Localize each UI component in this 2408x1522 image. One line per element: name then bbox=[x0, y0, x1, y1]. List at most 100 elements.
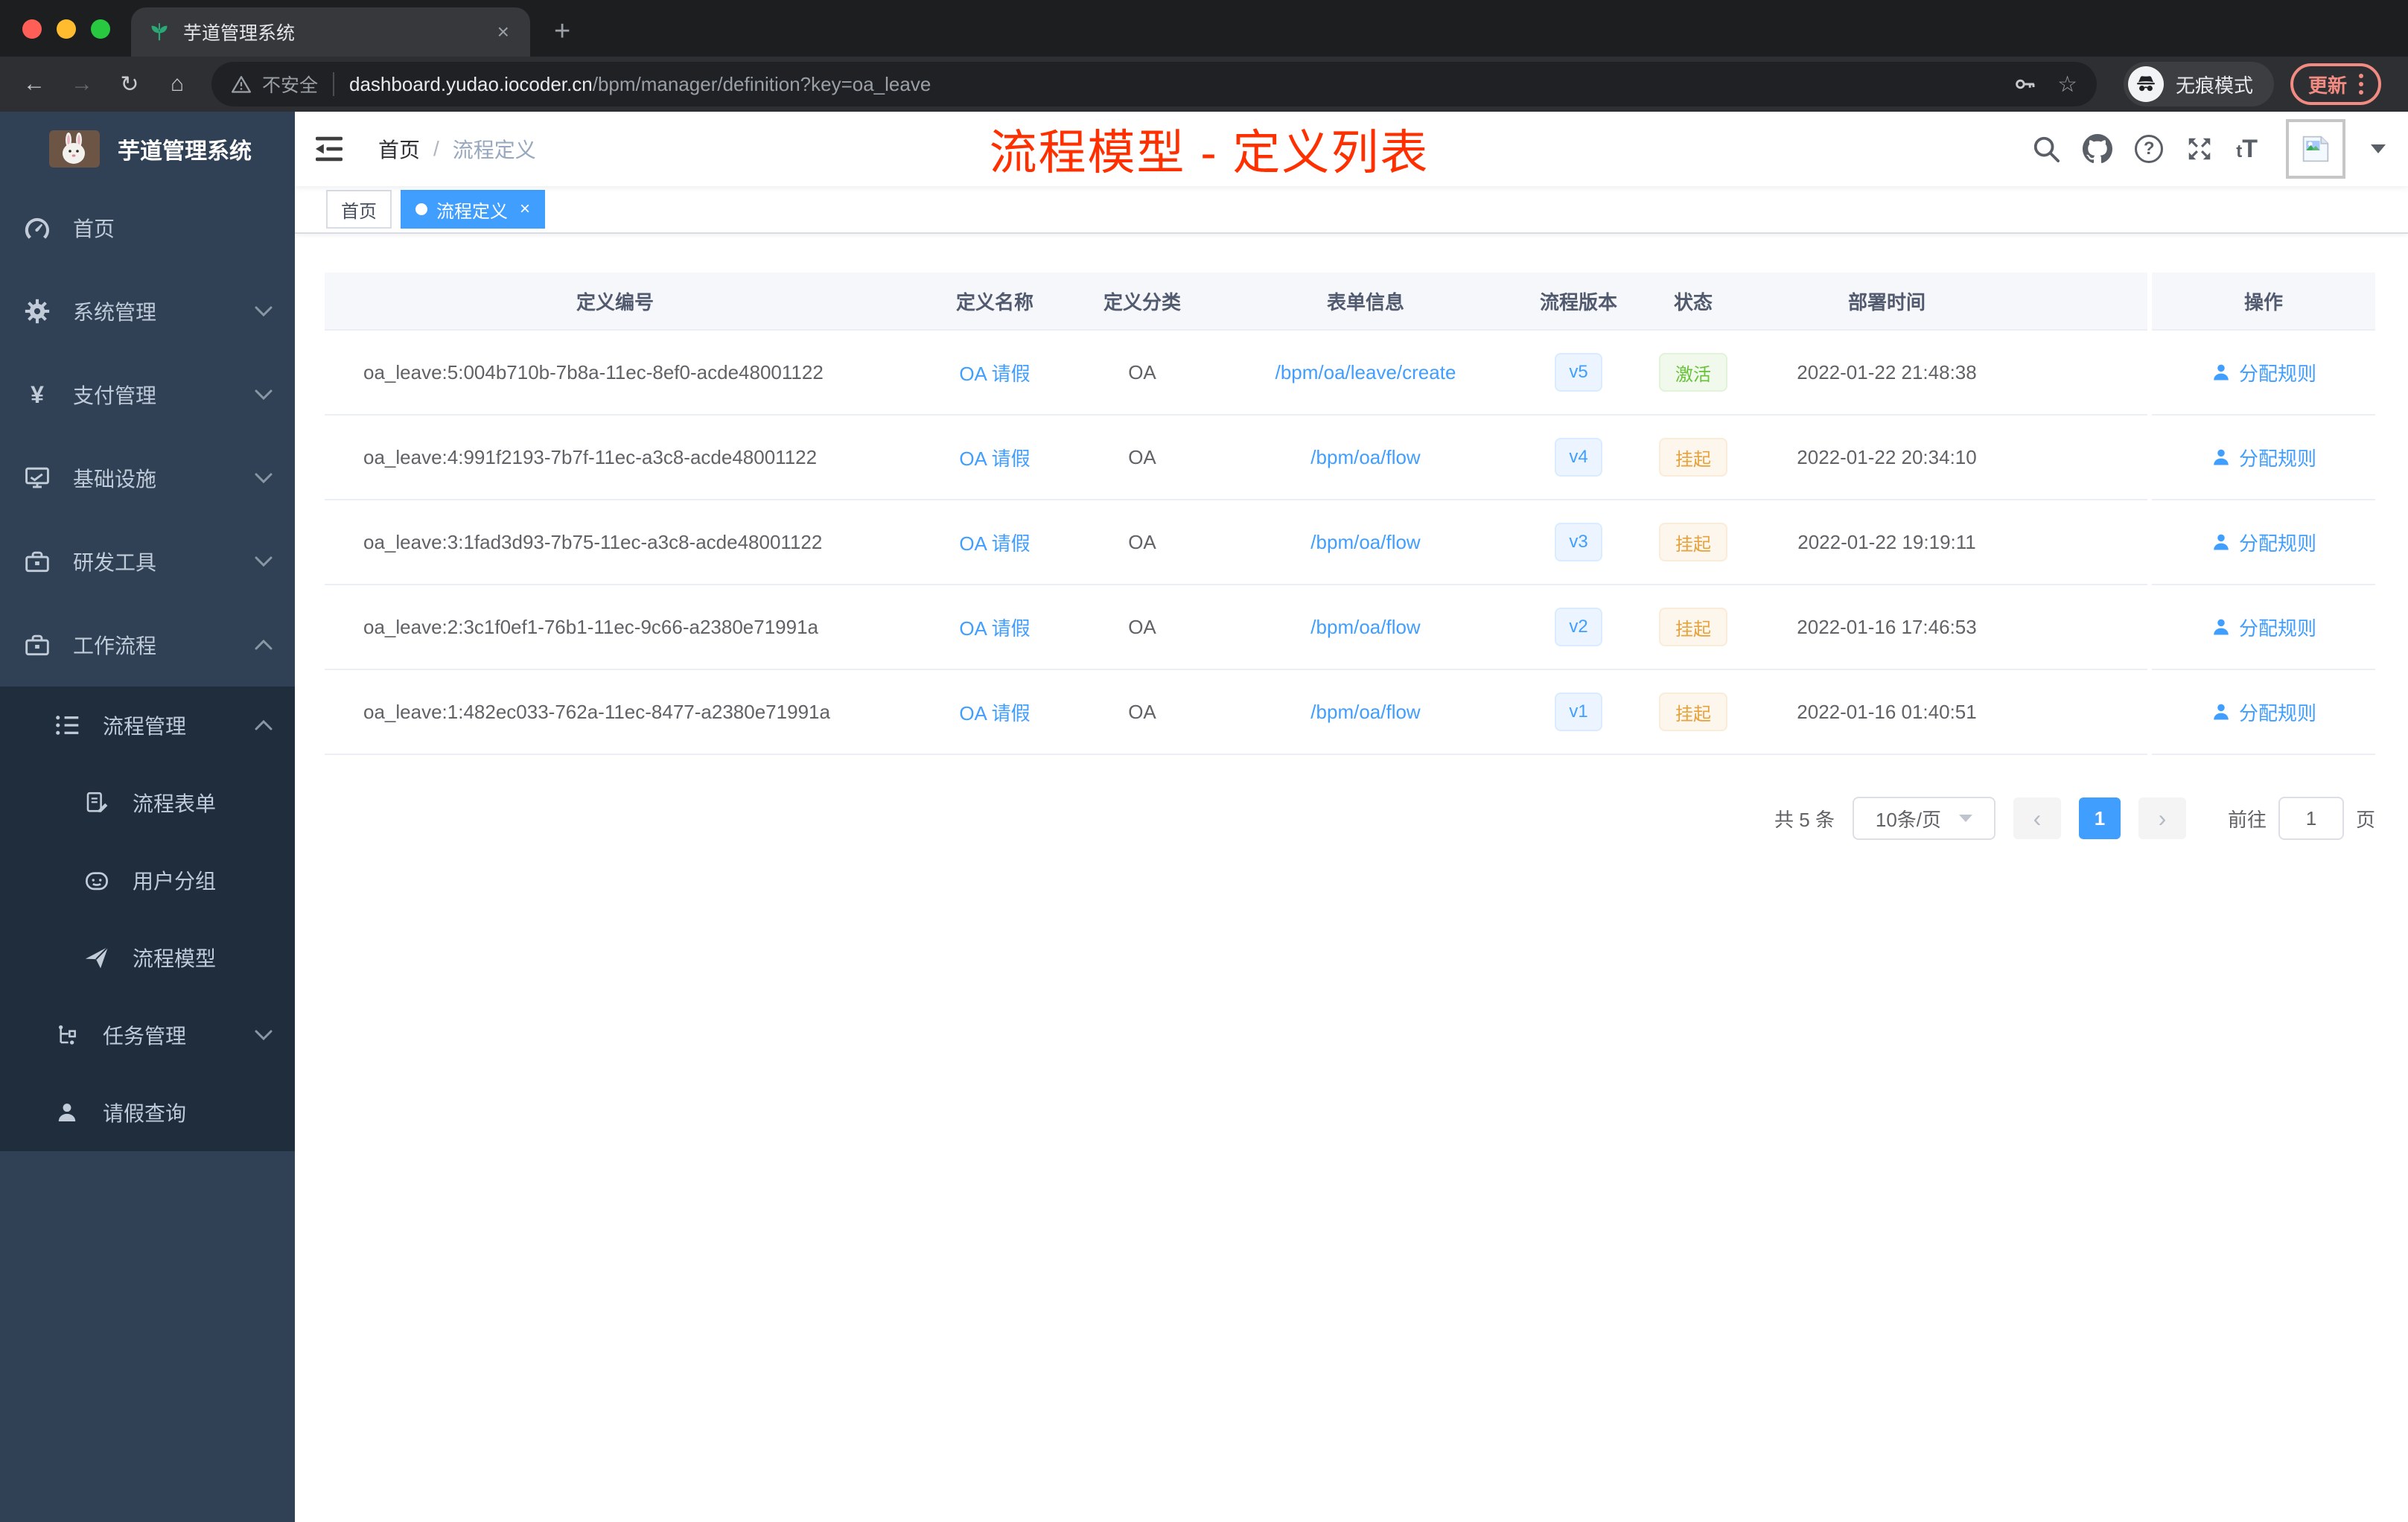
status-badge: 激活 bbox=[1659, 353, 1727, 392]
breadcrumb: 首页 / 流程定义 bbox=[378, 134, 536, 164]
prev-page-button[interactable]: ‹ bbox=[2013, 797, 2061, 839]
sidebar-fold-icon[interactable] bbox=[316, 136, 343, 162]
form-link[interactable]: /bpm/oa/flow bbox=[1310, 446, 1420, 469]
tab-close-icon[interactable]: × bbox=[494, 20, 512, 44]
active-dot bbox=[415, 203, 427, 215]
column-header: 定义编号 bbox=[325, 273, 905, 331]
tag-home[interactable]: 首页 bbox=[326, 190, 392, 229]
definition-name-link[interactable]: OA 请假 bbox=[959, 614, 1030, 641]
goto-page-input[interactable] bbox=[2278, 797, 2344, 840]
definition-name-link[interactable]: OA 请假 bbox=[959, 444, 1030, 471]
table-row: oa_leave:1:482ec033-762a-11ec-8477-a2380… bbox=[325, 670, 2375, 755]
help-icon[interactable]: ? bbox=[2135, 135, 2164, 163]
home-icon[interactable]: ⌂ bbox=[158, 71, 197, 97]
definition-table: 定义编号 定义名称 定义分类 表单信息 流程版本 状态 部署时间 操作 oa_l… bbox=[325, 273, 2375, 755]
sidebar-item-workflow[interactable]: 工作流程 bbox=[0, 603, 295, 687]
tab-title: 芋道管理系统 bbox=[183, 23, 296, 44]
font-size-icon[interactable]: tT bbox=[2236, 135, 2258, 164]
column-header: 定义名称 bbox=[905, 273, 1084, 331]
address-bar[interactable]: 不安全 dashboard.yudao.iocoder.cn /bpm/mana… bbox=[211, 62, 2097, 106]
user-icon bbox=[2214, 534, 2229, 550]
assign-rule-button[interactable]: 分配规则 bbox=[2211, 359, 2316, 386]
definition-id: oa_leave:4:991f2193-7b7f-11ec-a3c8-acde4… bbox=[325, 415, 905, 500]
warning-triangle-icon bbox=[231, 74, 252, 94]
back-icon[interactable]: ← bbox=[15, 71, 54, 97]
sidebar-item-process-management[interactable]: 流程管理 bbox=[0, 687, 295, 764]
version-badge: v2 bbox=[1555, 608, 1602, 646]
column-header: 部署时间 bbox=[1760, 273, 2013, 331]
sidebar-item-system[interactable]: 系统管理 bbox=[0, 270, 295, 353]
column-header: 操作 bbox=[2152, 273, 2375, 331]
sidebar-item-label: 基础设施 bbox=[73, 468, 157, 491]
reload-icon[interactable]: ↻ bbox=[110, 71, 149, 98]
sidebar-logo[interactable]: 芋道管理系统 bbox=[0, 112, 295, 186]
update-button[interactable]: 更新 bbox=[2290, 63, 2382, 105]
chevron-down-icon bbox=[255, 389, 273, 400]
deploy-time: 2022-01-22 20:34:10 bbox=[1760, 415, 2013, 500]
monitor-icon bbox=[22, 465, 52, 491]
chevron-down-icon bbox=[255, 556, 273, 567]
sidebar-item-task-management[interactable]: 任务管理 bbox=[0, 996, 295, 1074]
sidebar-item-devtools[interactable]: 研发工具 bbox=[0, 520, 295, 603]
sidebar-item-payment[interactable]: ¥ 支付管理 bbox=[0, 353, 295, 436]
key-icon[interactable] bbox=[2013, 72, 2036, 96]
deploy-time: 2022-01-22 19:19:11 bbox=[1760, 500, 2013, 585]
browser-tab[interactable]: 芋道管理系统 × bbox=[131, 7, 530, 57]
app-title: 芋道管理系统 bbox=[118, 139, 252, 164]
breadcrumb-home[interactable]: 首页 bbox=[378, 134, 420, 164]
tag-process-definition[interactable]: 流程定义 × bbox=[401, 190, 546, 229]
definition-name-link[interactable]: OA 请假 bbox=[959, 359, 1030, 386]
sidebar-item-label: 流程模型 bbox=[133, 947, 217, 970]
form-link[interactable]: /bpm/oa/flow bbox=[1310, 701, 1420, 724]
avatar[interactable] bbox=[2286, 119, 2345, 179]
definition-name-link[interactable]: OA 请假 bbox=[959, 529, 1030, 556]
current-page-button[interactable]: 1 bbox=[2078, 797, 2121, 839]
sidebar-item-process-model[interactable]: 流程模型 bbox=[0, 919, 295, 996]
assign-rule-button[interactable]: 分配规则 bbox=[2211, 529, 2316, 556]
next-page-button[interactable]: › bbox=[2138, 797, 2186, 839]
github-icon[interactable] bbox=[2083, 134, 2113, 164]
page-title-annotation: 流程模型 - 定义列表 bbox=[989, 126, 1430, 179]
version-badge: v5 bbox=[1555, 353, 1602, 392]
chevron-up-icon bbox=[255, 640, 273, 650]
page-content: 定义编号 定义名称 定义分类 表单信息 流程版本 状态 部署时间 操作 oa_l… bbox=[295, 234, 2408, 1522]
gear-icon bbox=[22, 299, 52, 324]
fullscreen-icon[interactable] bbox=[2185, 135, 2214, 163]
sidebar-item-user-group[interactable]: 用户分组 bbox=[0, 841, 295, 919]
security-warning-label[interactable]: 不安全 bbox=[262, 71, 318, 98]
sidebar-item-label: 首页 bbox=[73, 217, 115, 241]
definition-name-link[interactable]: OA 请假 bbox=[959, 698, 1030, 726]
sidebar-item-infrastructure[interactable]: 基础设施 bbox=[0, 436, 295, 520]
forward-icon[interactable]: → bbox=[63, 71, 101, 97]
form-link[interactable]: /bpm/oa/leave/create bbox=[1275, 361, 1456, 384]
assign-rule-button[interactable]: 分配规则 bbox=[2211, 698, 2316, 726]
page-size-select[interactable]: 10条/页 bbox=[1852, 797, 1995, 840]
assign-rule-button[interactable]: 分配规则 bbox=[2211, 444, 2316, 471]
bookmark-star-icon[interactable]: ☆ bbox=[2057, 71, 2077, 98]
dashboard-icon bbox=[22, 217, 52, 239]
chevron-down-icon bbox=[255, 306, 273, 316]
incognito-label: 无痕模式 bbox=[2176, 74, 2254, 97]
sidebar-item-home[interactable]: 首页 bbox=[0, 186, 295, 270]
zoom-window-button[interactable] bbox=[91, 19, 110, 39]
tag-close-icon[interactable]: × bbox=[520, 199, 530, 220]
definition-category: OA bbox=[1084, 500, 1200, 585]
table-row: oa_leave:3:1fad3d93-7b75-11ec-a3c8-acde4… bbox=[325, 500, 2375, 585]
minimize-window-button[interactable] bbox=[57, 19, 76, 39]
close-window-button[interactable] bbox=[22, 19, 42, 39]
column-header: 流程版本 bbox=[1531, 273, 1626, 331]
chevron-down-caret[interactable] bbox=[2371, 144, 2386, 153]
form-link[interactable]: /bpm/oa/flow bbox=[1310, 531, 1420, 554]
definition-category: OA bbox=[1084, 415, 1200, 500]
sidebar: 芋道管理系统 首页 系统管理 ¥ 支付管理 基础设施 研发工具 工作流程 流程管… bbox=[0, 112, 295, 1522]
column-header-filler bbox=[2013, 273, 2147, 331]
sidebar-item-leave-query[interactable]: 请假查询 bbox=[0, 1074, 295, 1151]
deploy-time: 2022-01-22 21:48:38 bbox=[1760, 331, 2013, 415]
new-tab-button[interactable]: + bbox=[554, 16, 570, 48]
sidebar-item-process-form[interactable]: 流程表单 bbox=[0, 764, 295, 841]
browser-chrome: 芋道管理系统 × + ← → ↻ ⌂ 不安全 dashboard.yudao.i… bbox=[0, 0, 2408, 112]
form-link[interactable]: /bpm/oa/flow bbox=[1310, 616, 1420, 639]
search-icon[interactable] bbox=[2032, 135, 2060, 163]
version-badge: v1 bbox=[1555, 692, 1602, 731]
assign-rule-button[interactable]: 分配规则 bbox=[2211, 614, 2316, 641]
